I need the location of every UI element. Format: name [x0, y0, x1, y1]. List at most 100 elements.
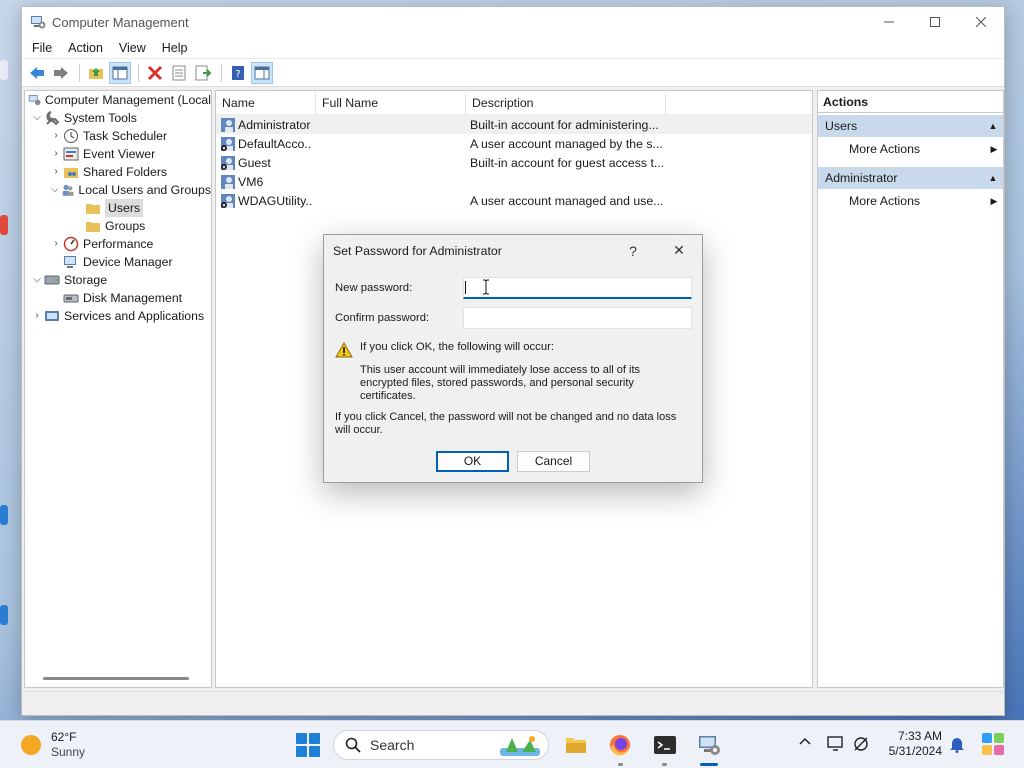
back-button[interactable] [26, 62, 48, 84]
dialog-title-bar: Set Password for Administrator ? ✕ [324, 235, 702, 266]
set-password-dialog: Set Password for Administrator ? ✕ New p… [323, 234, 703, 483]
search-label: Search [370, 737, 415, 753]
actions-section-administrator[interactable]: Administrator ▲ [818, 167, 1003, 189]
windows-logo-tile [296, 746, 307, 757]
tree-node-root[interactable]: Computer Management (Local [25, 91, 211, 109]
show-hide-action-pane-button[interactable] [251, 61, 273, 84]
tree-label-users: Users [105, 199, 144, 217]
up-one-level-button[interactable] [85, 62, 107, 84]
close-button[interactable] [958, 7, 1004, 37]
notification-bell-icon[interactable] [949, 735, 965, 753]
new-password-input[interactable] [463, 277, 692, 299]
tree-node-device-manager[interactable]: Device Manager [25, 253, 211, 271]
action-more-actions-administrator[interactable]: More Actions ▶ [818, 189, 1003, 213]
file-explorer-icon[interactable] [564, 733, 588, 757]
tree-node-services-apps[interactable]: › Services and Applications [25, 307, 211, 325]
properties-button[interactable] [168, 62, 190, 84]
table-row[interactable]: Guest Built-in account for guest access … [216, 153, 812, 172]
copilot-pre-icon[interactable] [980, 731, 1006, 757]
help-book-icon: ? [232, 65, 244, 80]
active-app-indicator [700, 763, 718, 766]
display-icon[interactable] [827, 735, 845, 753]
dialog-help-button[interactable]: ? [610, 243, 656, 259]
tree-node-event-viewer[interactable]: › Event Viewer [25, 145, 211, 163]
forward-button[interactable] [50, 62, 72, 84]
menu-help[interactable]: Help [154, 37, 196, 59]
status-bar [22, 691, 1004, 715]
chevron-down-icon[interactable]: ⌵ [30, 109, 44, 127]
maximize-button[interactable] [912, 7, 958, 37]
show-hide-console-tree-button[interactable] [109, 61, 131, 84]
horizontal-scrollbar[interactable] [43, 677, 189, 680]
console-tree-pane[interactable]: Computer Management (Local ⌵ System Tool… [24, 90, 212, 688]
menu-file[interactable]: File [24, 37, 60, 59]
folder-icon [86, 222, 100, 232]
tree-node-local-users-groups[interactable]: ⌵ Local Users and Groups [25, 181, 211, 199]
tree-label-system-tools: System Tools [64, 111, 137, 125]
folder-up-icon [89, 67, 103, 79]
menu-bar: File Action View Help [22, 37, 1004, 59]
desktop-icon-partial[interactable] [0, 60, 8, 80]
tree-node-system-tools[interactable]: ⌵ System Tools [25, 109, 211, 127]
ok-button[interactable]: OK [436, 451, 509, 472]
dialog-close-button[interactable]: ✕ [656, 242, 702, 259]
system-clock[interactable]: 7:33 AM 5/31/2024 [880, 729, 942, 759]
table-row[interactable]: Administrator Built-in account for admin… [216, 115, 812, 134]
chevron-right-icon[interactable]: › [30, 307, 44, 325]
firefox-icon[interactable] [608, 733, 632, 757]
forward-arrow-icon [54, 66, 68, 79]
taskbar-search-box[interactable]: Search [333, 730, 549, 760]
desktop-icon-partial[interactable] [0, 605, 8, 625]
desktop-icon-partial[interactable] [0, 215, 8, 235]
collapse-up-icon[interactable]: ▲ [983, 115, 1003, 137]
chevron-down-icon[interactable]: ⌵ [30, 271, 44, 289]
table-row[interactable]: DefaultAcco... A user account managed by… [216, 134, 812, 153]
text-caret [465, 281, 466, 294]
confirm-password-input[interactable] [463, 307, 692, 329]
actions-section-users[interactable]: Users ▲ [818, 115, 1003, 137]
minimize-button[interactable] [866, 7, 912, 37]
tree-node-disk-management[interactable]: Disk Management [25, 289, 211, 307]
column-header-description[interactable]: Description [466, 90, 666, 115]
column-header-name[interactable]: Name [216, 90, 316, 115]
confirm-password-row: Confirm password: [335, 307, 692, 329]
chevron-right-icon[interactable]: › [49, 235, 63, 253]
table-row[interactable]: WDAGUtility... A user account managed an… [216, 191, 812, 210]
tree-node-groups[interactable]: Groups [25, 217, 211, 235]
computer-management-icon [28, 95, 41, 106]
chevron-up-icon[interactable] [798, 735, 812, 749]
terminal-icon[interactable] [653, 733, 677, 757]
warning-heading: If you click OK, the following will occu… [360, 341, 554, 353]
actions-header: Actions [818, 91, 1003, 113]
desktop-icon-partial[interactable] [0, 505, 8, 525]
column-header-full-name[interactable]: Full Name [316, 90, 466, 115]
menu-view[interactable]: View [111, 37, 154, 59]
chevron-down-icon[interactable]: ⌵ [49, 181, 61, 199]
confirm-password-label: Confirm password: [335, 312, 430, 324]
export-list-button[interactable] [192, 62, 214, 84]
chevron-right-icon[interactable]: › [49, 145, 63, 163]
tree-node-users[interactable]: Users [25, 199, 211, 217]
delete-button[interactable] [144, 62, 166, 84]
menu-action[interactable]: Action [60, 37, 111, 59]
action-label: More Actions [849, 142, 921, 156]
export-list-icon [195, 65, 211, 80]
title-bar: Computer Management [22, 7, 1004, 37]
collapse-up-icon[interactable]: ▲ [983, 167, 1003, 189]
network-disconnected-icon[interactable] [852, 735, 870, 753]
maximize-icon [930, 17, 940, 27]
tree-node-shared-folders[interactable]: › Shared Folders [25, 163, 211, 181]
cancel-button[interactable]: Cancel [517, 451, 590, 472]
user-description: A user account managed and use... [470, 193, 664, 208]
chevron-right-icon[interactable]: › [49, 163, 63, 181]
tree-node-storage[interactable]: ⌵ Storage [25, 271, 211, 289]
tree-node-task-scheduler[interactable]: › Task Scheduler [25, 127, 211, 145]
weather-widget[interactable]: 62°F Sunny [21, 730, 85, 760]
help-button[interactable]: ? [227, 62, 249, 84]
action-more-actions-users[interactable]: More Actions ▶ [818, 137, 1003, 161]
start-button[interactable] [296, 733, 320, 757]
chevron-right-icon[interactable]: › [49, 127, 63, 145]
table-row[interactable]: VM6 [216, 172, 812, 191]
tree-node-performance[interactable]: › Performance [25, 235, 211, 253]
computer-management-taskbar-icon[interactable] [697, 733, 721, 757]
